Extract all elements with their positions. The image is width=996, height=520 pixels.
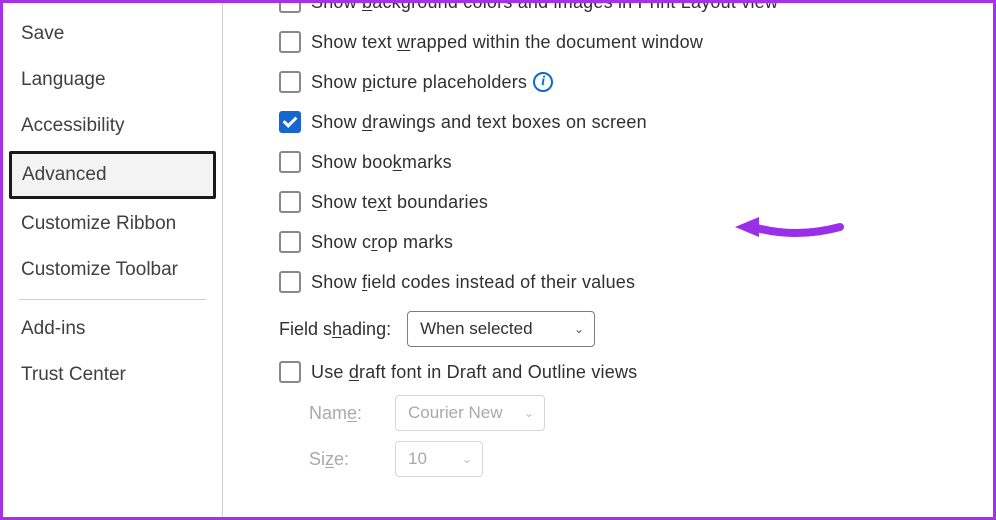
field-shading-label: Field shading: — [279, 319, 391, 340]
option-drawings: Show drawings and text boxes on screen — [279, 111, 983, 133]
label-draft-font: Use draft font in Draft and Outline view… — [311, 362, 637, 383]
label-wrapped-text: Show text wrapped within the document wi… — [311, 32, 703, 53]
checkbox-drawings[interactable] — [279, 111, 301, 133]
label-picture-placeholders: Show picture placeholders — [311, 72, 527, 93]
field-shading-row: Field shading: When selected ⌄ — [279, 311, 983, 347]
option-text-boundaries: Show text boundaries — [279, 191, 983, 213]
option-draft-font: Use draft font in Draft and Outline view… — [279, 361, 983, 383]
sidebar-item-trust-center[interactable]: Trust Center — [9, 352, 216, 398]
option-bookmarks: Show bookmarks — [279, 151, 983, 173]
chevron-down-icon: ⌄ — [574, 322, 584, 336]
label-drawings: Show drawings and text boxes on screen — [311, 112, 647, 133]
draft-name-select: Courier New ⌄ — [395, 395, 545, 431]
checkbox-crop-marks[interactable] — [279, 231, 301, 253]
checkbox-bg-colors[interactable] — [279, 3, 301, 13]
draft-size-select: 10 ⌄ — [395, 441, 483, 477]
sidebar-divider — [19, 299, 206, 300]
checkbox-field-codes[interactable] — [279, 271, 301, 293]
options-dialog: Save Language Accessibility Advanced Cus… — [0, 0, 996, 520]
option-crop-marks: Show crop marks — [279, 231, 983, 253]
label-text-boundaries: Show text boundaries — [311, 192, 488, 213]
label-field-codes: Show field codes instead of their values — [311, 272, 635, 293]
draft-size-row: Size: 10 ⌄ — [309, 441, 983, 477]
sidebar-item-addins[interactable]: Add-ins — [9, 306, 216, 352]
option-wrapped-text: Show text wrapped within the document wi… — [279, 31, 983, 53]
draft-size-label: Size: — [309, 449, 379, 470]
sidebar-item-advanced[interactable]: Advanced — [9, 151, 216, 199]
sidebar-item-customize-ribbon[interactable]: Customize Ribbon — [9, 201, 216, 247]
field-shading-select[interactable]: When selected ⌄ — [407, 311, 595, 347]
sidebar-item-accessibility[interactable]: Accessibility — [9, 103, 216, 149]
options-content: Show background colors and images in Pri… — [223, 3, 993, 517]
chevron-down-icon: ⌄ — [524, 406, 534, 420]
draft-name-row: Name: Courier New ⌄ — [309, 395, 983, 431]
draft-name-value: Courier New — [408, 403, 502, 423]
checkbox-wrapped-text[interactable] — [279, 31, 301, 53]
label-bookmarks: Show bookmarks — [311, 152, 452, 173]
sidebar: Save Language Accessibility Advanced Cus… — [3, 3, 222, 517]
sidebar-item-save[interactable]: Save — [9, 11, 216, 57]
info-icon[interactable]: i — [533, 72, 553, 92]
chevron-down-icon: ⌄ — [462, 452, 472, 466]
label-bg-colors: Show background colors and images in Pri… — [311, 3, 778, 13]
option-field-codes: Show field codes instead of their values — [279, 271, 983, 293]
draft-name-label: Name: — [309, 403, 379, 424]
checkbox-picture-placeholders[interactable] — [279, 71, 301, 93]
label-crop-marks: Show crop marks — [311, 232, 453, 253]
checkbox-draft-font[interactable] — [279, 361, 301, 383]
checkbox-bookmarks[interactable] — [279, 151, 301, 173]
sidebar-item-customize-toolbar[interactable]: Customize Toolbar — [9, 247, 216, 293]
field-shading-value: When selected — [420, 319, 532, 339]
checkbox-text-boundaries[interactable] — [279, 191, 301, 213]
option-picture-placeholders: Show picture placeholders i — [279, 71, 983, 93]
sidebar-item-language[interactable]: Language — [9, 57, 216, 103]
draft-size-value: 10 — [408, 449, 427, 469]
option-bg-colors: Show background colors and images in Pri… — [279, 3, 983, 13]
